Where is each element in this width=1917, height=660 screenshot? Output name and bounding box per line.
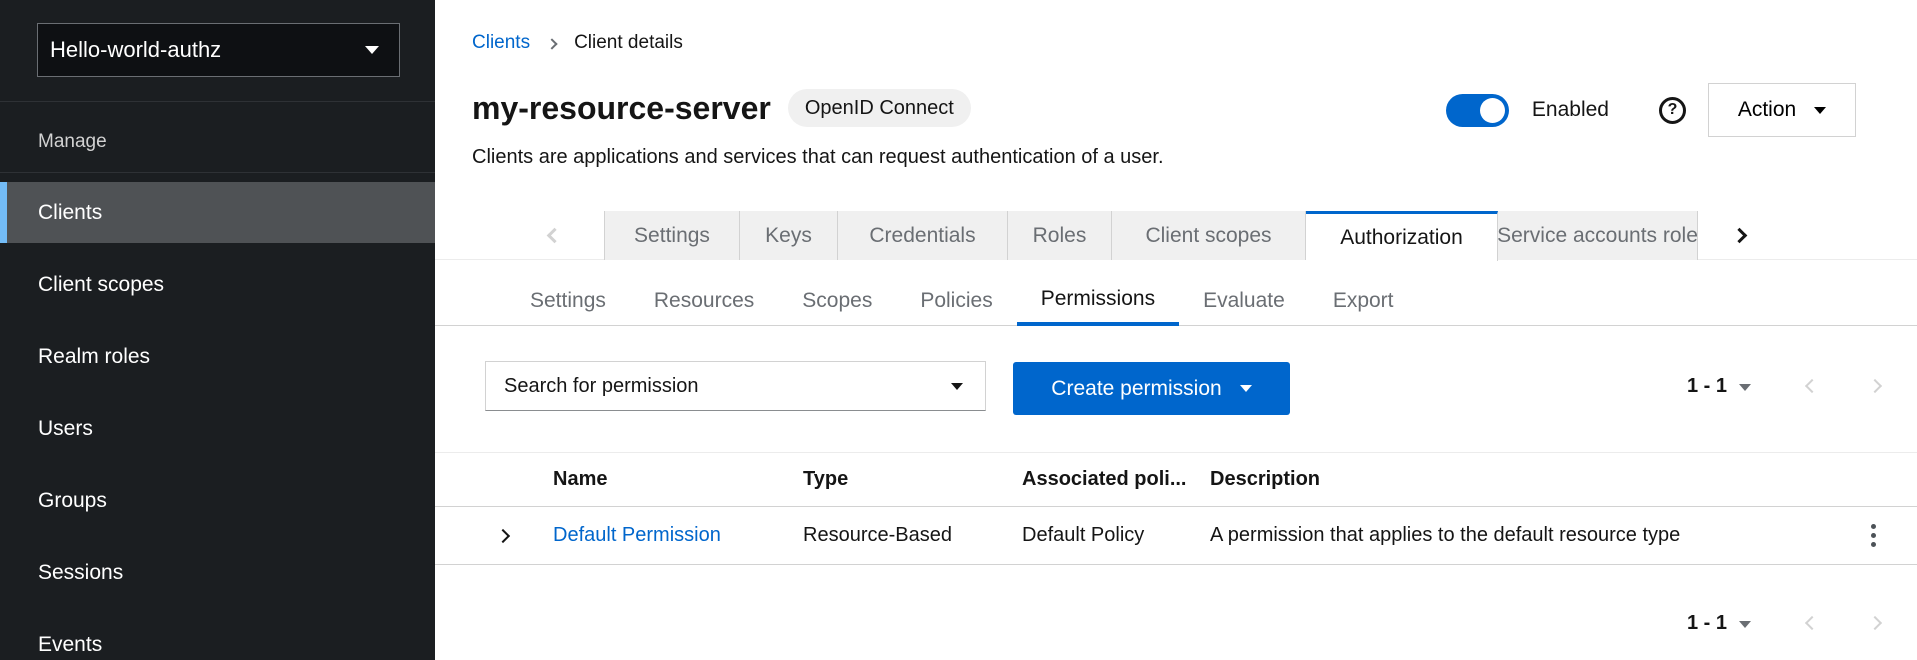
- column-header-associated-policy: Associated poli...: [1022, 468, 1210, 491]
- pagination-next-button[interactable]: [1870, 616, 1880, 631]
- nav-section-manage: Manage: [38, 131, 107, 153]
- subtab-export[interactable]: Export: [1309, 275, 1418, 326]
- tab-keys[interactable]: Keys: [740, 211, 838, 260]
- pagination-menu-toggle[interactable]: 1 - 1: [1687, 375, 1751, 398]
- tab-authorization[interactable]: Authorization: [1306, 211, 1498, 261]
- permission-name-link[interactable]: Default Permission: [553, 524, 803, 547]
- sidebar: Hello-world-authz Manage Clients Client …: [0, 0, 435, 660]
- chevron-right-icon: [1868, 378, 1882, 392]
- pagination-bottom: 1 - 1: [1687, 603, 1880, 643]
- pagination-top: 1 - 1: [1687, 361, 1880, 411]
- pagination-prev-button[interactable]: [1807, 616, 1817, 631]
- permission-search-select[interactable]: Search for permission: [485, 361, 986, 411]
- pagination-menu-toggle[interactable]: 1 - 1: [1687, 612, 1751, 635]
- permission-search-placeholder: Search for permission: [504, 375, 699, 398]
- realm-selector-label: Hello-world-authz: [50, 37, 221, 63]
- help-icon[interactable]: ?: [1659, 97, 1686, 124]
- action-dropdown-button[interactable]: Action: [1708, 83, 1856, 137]
- subtab-resources[interactable]: Resources: [630, 275, 778, 326]
- create-permission-button[interactable]: Create permission: [1013, 362, 1290, 415]
- header-actions: Enabled ? Action: [1446, 83, 1856, 137]
- caret-down-icon: [1739, 621, 1751, 628]
- associated-policy-cell: Default Policy: [1022, 524, 1210, 547]
- row-expand-button[interactable]: [498, 529, 508, 544]
- table-row: Default Permission Resource-Based Defaul…: [435, 507, 1917, 565]
- description-cell: A permission that applies to the default…: [1210, 524, 1830, 547]
- permissions-toolbar: Search for permission Create permission …: [435, 361, 1917, 416]
- page-subtitle: Clients are applications and services th…: [472, 146, 1164, 169]
- sidebar-item-client-scopes[interactable]: Client scopes: [0, 254, 435, 315]
- page-title: my-resource-server: [472, 86, 771, 130]
- column-header-description: Description: [1210, 468, 1830, 491]
- chevron-left-icon: [1805, 378, 1819, 392]
- subtab-policies[interactable]: Policies: [896, 275, 1016, 326]
- caret-down-icon: [1814, 107, 1826, 114]
- authorization-subtabs: Settings Resources Scopes Policies Permi…: [435, 275, 1917, 326]
- caret-down-icon: [1739, 384, 1751, 391]
- pagination-prev-button[interactable]: [1807, 379, 1817, 394]
- tab-credentials[interactable]: Credentials: [838, 211, 1008, 260]
- tab-roles[interactable]: Roles: [1008, 211, 1112, 260]
- breadcrumb: Clients Client details: [472, 32, 683, 54]
- sidebar-divider: [0, 172, 435, 173]
- subtab-permissions[interactable]: Permissions: [1017, 275, 1179, 326]
- chevron-right-icon: [546, 38, 557, 49]
- sidebar-item-events[interactable]: Events: [0, 614, 435, 660]
- sidebar-item-users[interactable]: Users: [0, 398, 435, 459]
- chevron-left-icon: [1805, 615, 1819, 629]
- sidebar-item-groups[interactable]: Groups: [0, 470, 435, 531]
- chevron-right-icon: [1731, 228, 1747, 244]
- subtab-evaluate[interactable]: Evaluate: [1179, 275, 1309, 326]
- tab-scroll-left-button[interactable]: [532, 211, 576, 260]
- subtab-scopes[interactable]: Scopes: [778, 275, 896, 326]
- create-permission-label: Create permission: [1051, 377, 1221, 401]
- title-row: my-resource-server OpenID Connect: [472, 86, 971, 130]
- sidebar-item-clients[interactable]: Clients: [0, 182, 435, 243]
- pagination-range: 1 - 1: [1687, 375, 1727, 398]
- kebab-menu-icon[interactable]: [1871, 524, 1876, 547]
- caret-down-icon: [951, 383, 963, 390]
- main-content: Clients Client details my-resource-serve…: [435, 0, 1917, 660]
- chevron-left-icon: [546, 228, 562, 244]
- sidebar-item-realm-roles[interactable]: Realm roles: [0, 326, 435, 387]
- enabled-toggle[interactable]: [1446, 94, 1509, 127]
- pagination-range: 1 - 1: [1687, 612, 1727, 635]
- sidebar-nav: Clients Client scopes Realm roles Users …: [0, 182, 435, 660]
- toggle-knob-icon: [1480, 98, 1505, 123]
- sidebar-divider: [0, 101, 435, 102]
- table-header-row: Name Type Associated poli... Description: [435, 452, 1917, 507]
- protocol-badge: OpenID Connect: [788, 89, 971, 127]
- chevron-right-icon: [496, 529, 510, 543]
- tab-service-accounts-roles[interactable]: Service accounts role: [1498, 211, 1698, 260]
- caret-down-icon: [1240, 385, 1252, 392]
- breadcrumb-clients-link[interactable]: Clients: [472, 32, 530, 54]
- tab-list: Settings Keys Credentials Roles Client s…: [604, 211, 1698, 261]
- chevron-right-icon: [1868, 615, 1882, 629]
- pagination-next-button[interactable]: [1870, 379, 1880, 394]
- sidebar-item-sessions[interactable]: Sessions: [0, 542, 435, 603]
- caret-down-icon: [365, 46, 379, 54]
- action-dropdown-label: Action: [1738, 98, 1796, 122]
- column-header-type: Type: [803, 468, 1022, 491]
- realm-selector[interactable]: Hello-world-authz: [37, 23, 400, 77]
- enabled-label: Enabled: [1532, 98, 1609, 122]
- tab-client-scopes[interactable]: Client scopes: [1112, 211, 1306, 260]
- permission-type-cell: Resource-Based: [803, 524, 1022, 547]
- subtab-settings[interactable]: Settings: [506, 275, 630, 326]
- column-header-name: Name: [553, 468, 803, 491]
- client-tabs: Settings Keys Credentials Roles Client s…: [435, 211, 1917, 260]
- tab-settings[interactable]: Settings: [604, 211, 740, 260]
- permissions-table: Name Type Associated poli... Description…: [435, 452, 1917, 565]
- tab-scroll-right-button[interactable]: [1717, 211, 1761, 260]
- breadcrumb-current: Client details: [574, 32, 683, 54]
